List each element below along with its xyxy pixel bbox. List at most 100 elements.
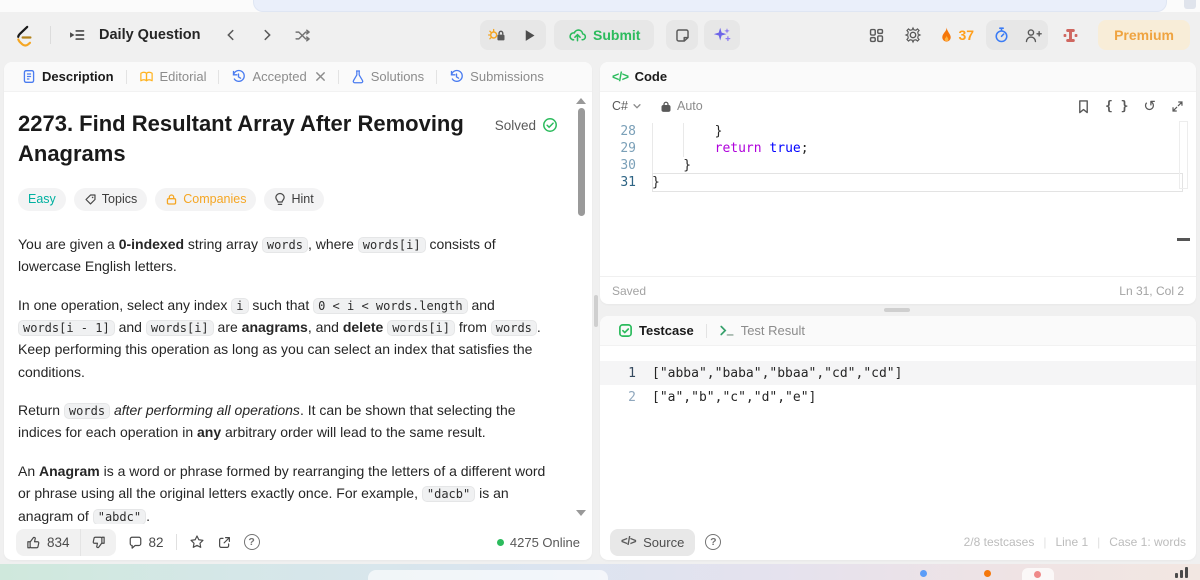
- problem-paragraph: An Anagram is a word or phrase formed by…: [18, 462, 546, 524]
- lock-icon: [167, 194, 177, 205]
- comment-count: 82: [148, 534, 164, 550]
- dock-blue-icon: [920, 570, 927, 577]
- problem-paragraph: In one operation, select any index i suc…: [18, 296, 541, 380]
- tab-editorial[interactable]: Editorial: [133, 69, 213, 84]
- dislike-button[interactable]: [79, 528, 116, 556]
- problem-footer: 834 82 ? 4275 Online: [4, 524, 592, 560]
- comment-icon: [129, 536, 141, 549]
- lock-icon: [661, 101, 671, 112]
- code-icon: </>: [612, 69, 629, 84]
- reset-code-icon[interactable]: ↺: [1143, 97, 1156, 115]
- line-number: 31: [620, 175, 636, 190]
- lightbulb-icon: [275, 193, 286, 206]
- bookmark-icon[interactable]: [1077, 99, 1090, 114]
- next-question-icon[interactable]: [253, 21, 281, 49]
- testcase-panel: Testcase Test Result 1 ["abba","baba","bb…: [600, 316, 1196, 560]
- hint-button[interactable]: Hint: [264, 187, 324, 211]
- code-editor[interactable]: 28 } 29 return true; 30 } 31}: [600, 119, 1196, 276]
- nav-divider: [50, 26, 51, 44]
- code-tab[interactable]: </> Code: [612, 69, 667, 84]
- interview-icon[interactable]: [1056, 21, 1084, 49]
- tab-submissions[interactable]: Submissions: [443, 69, 550, 84]
- tab-testcase[interactable]: Testcase: [612, 323, 700, 338]
- browser-address-bar[interactable]: [253, 0, 1167, 12]
- ai-assist-button[interactable]: [704, 20, 741, 50]
- footer-divider: [175, 534, 177, 550]
- tab-description[interactable]: Description: [16, 69, 120, 84]
- code-line[interactable]: 31}: [600, 173, 1196, 192]
- source-button[interactable]: </> Source: [610, 528, 696, 556]
- dock-flame-icon: [984, 570, 991, 577]
- close-accepted-tab-icon[interactable]: [315, 71, 326, 82]
- panel-resize-handle-horizontal[interactable]: [884, 308, 910, 312]
- prev-question-icon[interactable]: [217, 21, 245, 49]
- debug-locked-icon[interactable]: [480, 20, 513, 50]
- submit-button[interactable]: Submit: [554, 20, 655, 50]
- like-count: 834: [47, 534, 70, 550]
- terminal-icon: [720, 325, 734, 336]
- problem-title: 2273. Find Resultant Array After Removin…: [18, 111, 464, 167]
- format-code-icon[interactable]: { }: [1105, 99, 1128, 114]
- notes-button[interactable]: [666, 20, 699, 50]
- code-line[interactable]: 30 }: [600, 157, 1196, 174]
- line-number: 29: [620, 141, 636, 156]
- scrollbar-down-arrow[interactable]: [576, 510, 586, 516]
- code-line[interactable]: 29 return true;: [600, 140, 1196, 157]
- feedback-help-icon[interactable]: ?: [243, 534, 260, 550]
- description-scrollbar-thumb[interactable]: [578, 108, 585, 216]
- line-number: 28: [620, 124, 636, 139]
- layout-icon[interactable]: [863, 21, 891, 49]
- browser-corner-widget: [1184, 0, 1196, 9]
- panel-resize-handle-vertical[interactable]: [594, 295, 598, 327]
- testcase-case-indicator: Case 1: words: [1109, 535, 1186, 549]
- premium-button[interactable]: Premium: [1098, 20, 1190, 50]
- vote-group: 834: [16, 528, 116, 556]
- flame-icon: [941, 27, 951, 42]
- leetcode-logo[interactable]: [10, 21, 38, 49]
- cursor-position: Ln 31, Col 2: [1119, 283, 1184, 298]
- tab-test-result[interactable]: Test Result: [713, 323, 811, 338]
- comments-button[interactable]: 82: [128, 535, 164, 550]
- difficulty-badge[interactable]: Easy: [18, 187, 66, 211]
- expand-editor-icon[interactable]: [1171, 100, 1184, 113]
- problem-list-icon[interactable]: [63, 21, 91, 49]
- saved-status: Saved: [612, 283, 647, 298]
- dock-pink-icon: [1034, 571, 1041, 578]
- session-button-group: [986, 20, 1049, 50]
- collaborate-icon[interactable]: [1017, 20, 1048, 50]
- source-code-icon: </>: [621, 536, 637, 548]
- testcase-line[interactable]: 2 ["a","b","c","d","e"]: [600, 385, 1196, 409]
- share-icon[interactable]: [217, 535, 232, 550]
- tag-row: Easy Topics Companies Hint: [18, 187, 558, 211]
- like-button[interactable]: 834: [16, 529, 80, 556]
- testcase-help-icon[interactable]: ?: [705, 534, 722, 550]
- scrollbar-up-arrow[interactable]: [576, 98, 586, 104]
- history-icon: [233, 69, 246, 83]
- testcase-lines: 1 ["abba","baba","bbaa","cd","cd"] 2 ["a","…: [600, 347, 1196, 409]
- daily-question-label[interactable]: Daily Question: [99, 27, 201, 43]
- online-dot: [496, 538, 504, 546]
- editor-overview-ruler: [1179, 121, 1188, 189]
- tab-accepted[interactable]: Accepted: [225, 69, 331, 84]
- settings-gear-icon[interactable]: [899, 21, 927, 49]
- favorite-star-icon[interactable]: [189, 534, 205, 550]
- language-selector[interactable]: C#: [612, 99, 642, 113]
- testcase-line-text: ["a","b","c","d","e"]: [652, 389, 817, 405]
- testcase-check-icon: [619, 324, 632, 337]
- testcase-footer: </> Source ? 2/8 testcases | Line 1 | Ca…: [600, 524, 1196, 560]
- streak-count: 37: [958, 27, 975, 43]
- run-icon[interactable]: [513, 20, 546, 50]
- testcase-line[interactable]: 1 ["abba","baba","bbaa","cd","cd"]: [600, 361, 1196, 385]
- code-line[interactable]: 28 }: [600, 123, 1196, 140]
- companies-button[interactable]: Companies: [155, 187, 257, 211]
- timer-icon[interactable]: [986, 20, 1017, 50]
- streak-counter[interactable]: 37: [935, 26, 979, 44]
- editor-scrollbar-marker[interactable]: [1177, 238, 1190, 241]
- tag-icon: [85, 194, 96, 205]
- topics-button[interactable]: Topics: [73, 187, 148, 211]
- random-question-icon[interactable]: [289, 21, 317, 49]
- auto-mode-toggle[interactable]: Auto: [660, 99, 703, 113]
- run-button-group: [480, 20, 546, 50]
- tab-solutions[interactable]: Solutions: [345, 69, 430, 84]
- problem-content: 2273. Find Resultant Array After Removin…: [4, 93, 592, 524]
